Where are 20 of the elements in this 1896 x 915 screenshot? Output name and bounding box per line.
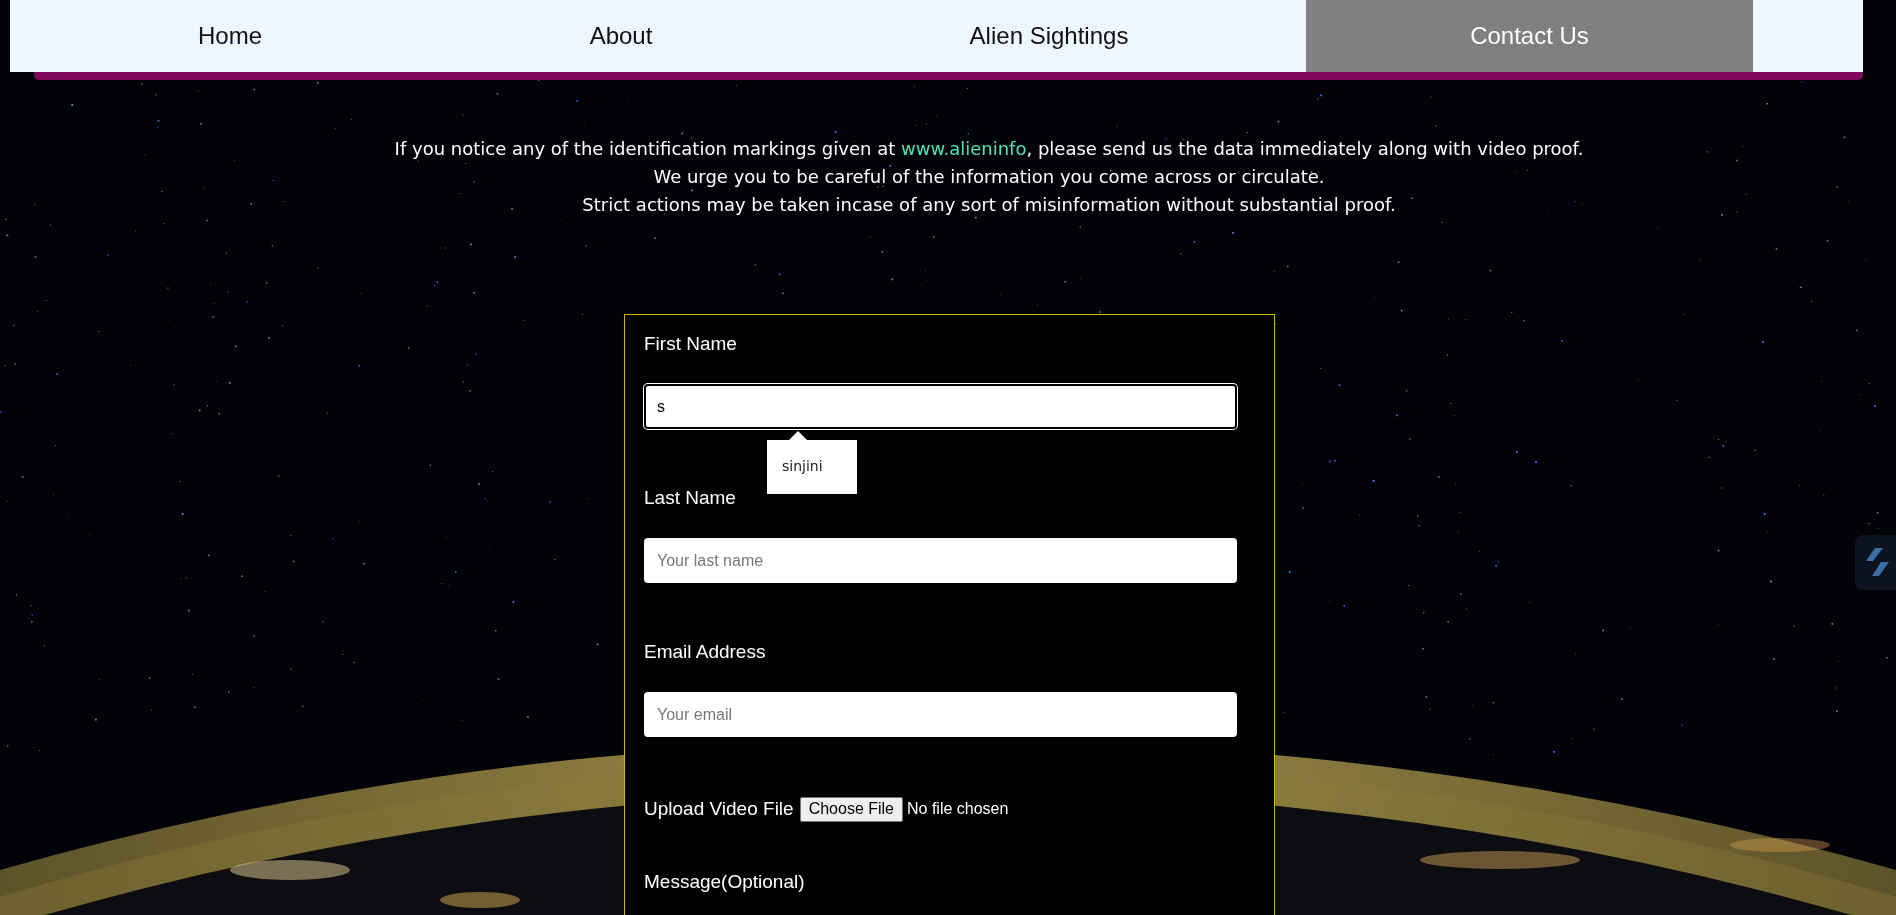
input-field[interactable]: s (644, 384, 1237, 429)
input-field[interactable]: Your last name (644, 538, 1237, 583)
site-link[interactable]: www.alieninfo (900, 138, 1027, 159)
field-label: Last Name (644, 487, 736, 509)
field-label: Email Address (644, 641, 766, 663)
field-label: Message(Optional) (644, 871, 805, 893)
file-status: No file chosen (907, 800, 1009, 818)
notice-text: If you notice any of the identification markings given at www.alieninfo, please send us the data immediately along with video proof. (394, 137, 1584, 161)
nav-tab[interactable]: Home (10, 0, 450, 72)
notice-text: Strict actions may be taken incase of any sort of misinformation without substantial proof. (582, 193, 1396, 217)
nav-tab[interactable]: Alien Sightings (792, 0, 1306, 72)
nav-tab[interactable]: Contact Us (1306, 0, 1753, 72)
input-field[interactable]: Your email (644, 692, 1237, 737)
choose-file-button[interactable]: Choose File (799, 796, 903, 822)
nav-tab[interactable]: About (450, 0, 792, 72)
field-label: Upload Video File (644, 797, 794, 821)
notice-text: We urge you to be careful of the information you come across or circulate. (653, 165, 1325, 189)
field-label: First Name (644, 333, 737, 355)
stripes-icon[interactable] (1855, 535, 1896, 590)
autocomplete-suggestion[interactable]: sinjini (767, 431, 857, 494)
